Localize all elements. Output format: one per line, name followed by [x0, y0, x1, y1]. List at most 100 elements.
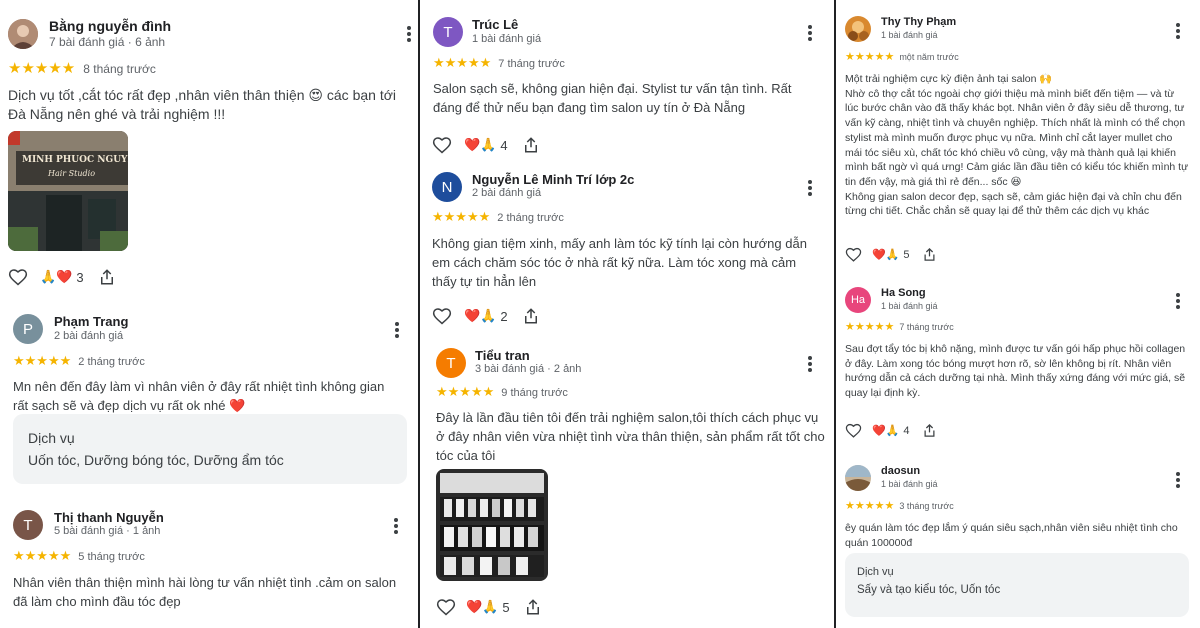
star-rating: ★★★★★ 5 tháng trước — [13, 548, 145, 564]
reviewer-meta: 2 bài đánh giá — [54, 330, 124, 342]
stars-icon: ★★★★★ — [433, 55, 492, 70]
star-rating: ★★★★★ 2 tháng trước — [13, 353, 145, 369]
review-time: 2 tháng trước — [497, 212, 564, 224]
review-time: 3 tháng trước — [899, 501, 954, 511]
review-actions: ❤️🙏 4 — [845, 422, 937, 439]
review-photo[interactable]: MINH PHUOC NGUYEN Hair Studio — [8, 131, 128, 251]
stars-icon: ★★★★★ — [845, 321, 895, 333]
avatar[interactable] — [8, 19, 38, 49]
more-options-icon[interactable] — [807, 356, 813, 374]
more-options-icon[interactable] — [394, 322, 400, 340]
stars-icon: ★★★★★ — [432, 209, 491, 224]
share-icon[interactable] — [524, 598, 542, 616]
reviewer-name[interactable]: Bằng nguyễn đình — [49, 18, 171, 34]
star-rating: ★★★★★ 3 tháng trước — [845, 499, 954, 512]
reviewer-name[interactable]: Tiểu tran — [475, 348, 530, 363]
review-time: 7 tháng trước — [498, 58, 565, 70]
share-icon[interactable] — [922, 423, 937, 438]
share-icon[interactable] — [522, 136, 540, 154]
reaction-icons[interactable]: ❤️🙏 — [872, 424, 899, 437]
more-options-icon[interactable] — [406, 26, 412, 44]
review-time: 8 tháng trước — [83, 62, 156, 76]
reviewer-name[interactable]: Thị thanh Nguyễn — [54, 510, 164, 525]
review-text: Một trải nghiệm cực kỳ điện ảnh tại salo… — [845, 73, 1189, 218]
reviewer-meta: 1 bài đánh giá — [472, 33, 542, 45]
reaction-icons[interactable]: ❤️🙏 — [872, 248, 899, 261]
reviewer-meta: 1 bài đánh giá — [881, 479, 938, 489]
review-card: Thy Thy Phạm 1 bài đánh giá ★★★★★ một năm… — [836, 0, 1200, 275]
review-time: 9 tháng trước — [501, 387, 568, 399]
reaction-count: 5 — [903, 248, 910, 261]
star-rating: ★★★★★ 8 tháng trước — [8, 59, 156, 77]
stars-icon: ★★★★★ — [845, 51, 895, 63]
share-icon[interactable] — [98, 268, 116, 286]
stars-icon: ★★★★★ — [436, 384, 495, 399]
reaction-icons[interactable]: ❤️🙏 — [466, 599, 498, 615]
share-icon[interactable] — [922, 247, 937, 262]
like-icon[interactable] — [845, 246, 862, 263]
review-column-1: Bằng nguyễn đình 7 bài đánh giá · 6 ảnh … — [0, 0, 418, 628]
star-rating: ★★★★★ 9 tháng trước — [436, 384, 568, 400]
review-text: Không gian tiệm xinh, mấy anh làm tóc kỹ… — [432, 236, 807, 289]
share-icon[interactable] — [522, 307, 540, 325]
reviewer-meta: 1 bài đánh giá — [881, 30, 938, 40]
reaction-icons[interactable]: ❤️🙏 — [464, 137, 496, 153]
like-icon[interactable] — [845, 422, 862, 439]
more-options-icon[interactable] — [1175, 23, 1181, 41]
reviewer-name[interactable]: Nguyễn Lê Minh Trí lớp 2c — [472, 172, 634, 187]
like-icon[interactable] — [432, 135, 452, 155]
more-options-icon[interactable] — [807, 180, 813, 198]
avatar[interactable]: T — [13, 510, 43, 540]
review-actions: 🙏❤️ 3 — [8, 267, 116, 287]
avatar[interactable]: P — [13, 314, 43, 344]
avatar[interactable] — [845, 465, 871, 491]
avatar[interactable]: N — [432, 172, 462, 202]
reviewer-name[interactable]: Ha Song — [881, 287, 926, 299]
more-options-icon[interactable] — [1175, 293, 1181, 311]
avatar[interactable]: T — [436, 348, 466, 378]
review-text: êy quán làm tóc đẹp lắm ý quán siêu sạch… — [845, 522, 1178, 549]
review-card: daosun 1 bài đánh giá ★★★★★ 3 tháng trước… — [836, 455, 1200, 628]
more-options-icon[interactable] — [807, 25, 813, 43]
reaction-icons[interactable]: 🙏❤️ — [40, 269, 72, 285]
review-actions: ❤️🙏 5 — [845, 246, 937, 263]
review-actions: ❤️🙏 2 — [432, 306, 540, 326]
service-value: Uốn tóc, Dưỡng bóng tóc, Dưỡng ẩm tóc — [28, 452, 284, 468]
like-icon[interactable] — [436, 597, 456, 617]
more-options-icon[interactable] — [393, 518, 399, 536]
reviewer-name[interactable]: daosun — [881, 465, 920, 477]
reaction-count: 2 — [500, 308, 508, 324]
star-rating: ★★★★★ 7 tháng trước — [845, 320, 954, 333]
review-card: Bằng nguyễn đình 7 bài đánh giá · 6 ảnh … — [0, 0, 418, 300]
reaction-count: 4 — [903, 424, 910, 437]
reviewer-meta: 2 bài đánh giá — [472, 187, 542, 199]
star-rating: ★★★★★ 2 tháng trước — [432, 209, 564, 225]
reviewer-meta: 3 bài đánh giá · 2 ảnh — [475, 363, 582, 375]
star-rating: ★★★★★ 7 tháng trước — [433, 55, 565, 71]
reviewer-name[interactable]: Thy Thy Phạm — [881, 16, 956, 28]
like-icon[interactable] — [8, 267, 28, 287]
review-card: N Nguyễn Lê Minh Trí lớp 2c 2 bài đánh g… — [420, 160, 834, 340]
service-title: Dịch vụ — [28, 430, 75, 446]
reaction-count: 3 — [76, 269, 84, 285]
review-time: một năm trước — [899, 52, 959, 62]
avatar[interactable] — [845, 16, 871, 42]
reviewer-name[interactable]: Phạm Trang — [54, 314, 128, 329]
star-rating: ★★★★★ một năm trước — [845, 50, 959, 63]
review-text: Mn nên đến đây làm vì nhân viên ở đây rấ… — [13, 379, 385, 413]
photo-sign-subtext: Hair Studio — [48, 169, 96, 178]
reviewer-name[interactable]: Trúc Lê — [472, 17, 518, 32]
review-photo[interactable] — [436, 469, 548, 581]
review-text: Nhân viên thân thiện mình hài lòng tư vấ… — [13, 575, 397, 609]
service-value: Sấy và tạo kiểu tóc, Uốn tóc — [857, 584, 1001, 596]
review-text: Dịch vụ tốt ,cắt tóc rất đẹp ,nhân viên … — [8, 87, 396, 122]
reviewer-meta: 5 bài đánh giá · 1 ảnh — [54, 525, 161, 537]
more-options-icon[interactable] — [1175, 472, 1181, 490]
avatar[interactable]: Ha — [845, 287, 871, 313]
avatar[interactable]: T — [433, 17, 463, 47]
stars-icon: ★★★★★ — [845, 500, 895, 512]
review-actions: ❤️🙏 5 — [436, 597, 542, 617]
reaction-count: 5 — [502, 599, 510, 615]
reaction-icons[interactable]: ❤️🙏 — [464, 308, 496, 324]
like-icon[interactable] — [432, 306, 452, 326]
